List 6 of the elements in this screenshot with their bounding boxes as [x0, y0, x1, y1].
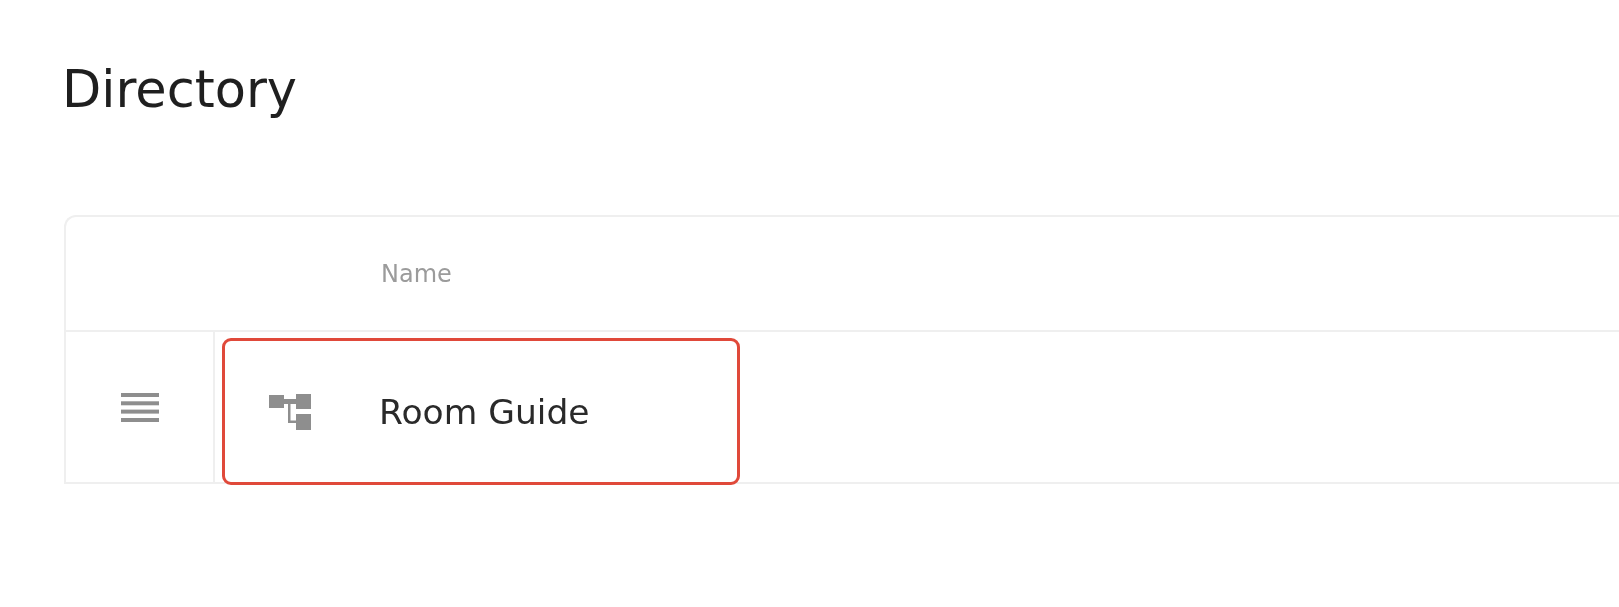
name-cell[interactable]: Room Guide [222, 338, 740, 485]
hierarchy-icon [269, 393, 311, 430]
menu-icon[interactable] [120, 392, 159, 422]
item-name: Room Guide [379, 391, 590, 432]
page-title: Directory [62, 60, 298, 120]
column-header: Name [381, 259, 452, 288]
